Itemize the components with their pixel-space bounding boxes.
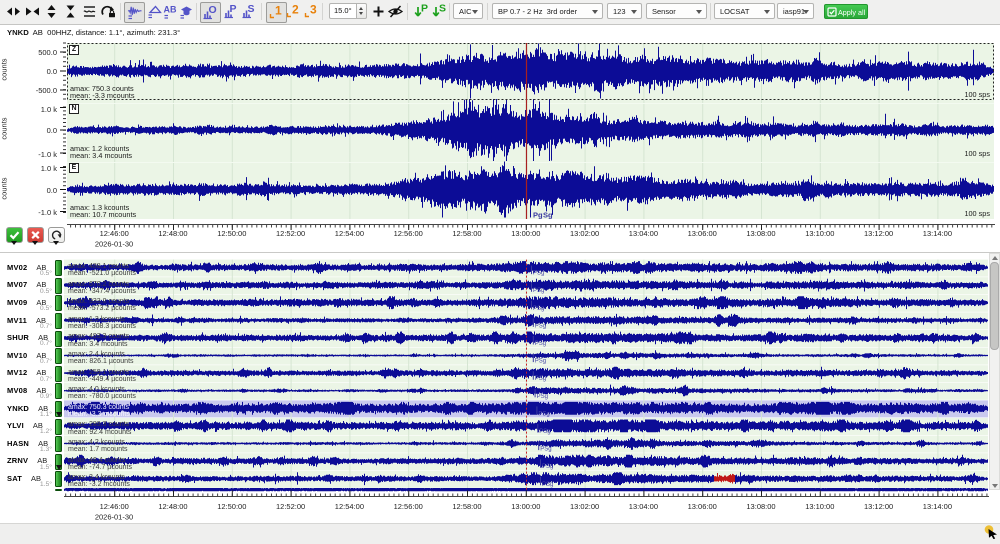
svg-text:13:06:00: 13:06:00	[688, 229, 717, 238]
svg-text:12:56:00: 12:56:00	[394, 229, 423, 238]
svg-text:12:50:00: 12:50:00	[217, 229, 246, 238]
svg-text:PSg: PSg	[535, 359, 546, 365]
svg-text:PSg: PSg	[533, 306, 544, 312]
svg-text:12:52:00: 12:52:00	[276, 502, 305, 511]
svg-text:13:02:00: 13:02:00	[570, 502, 599, 511]
svg-text:13:00:00: 13:00:00	[511, 229, 540, 238]
svg-text:PSg: PSg	[542, 482, 553, 488]
svg-text:PSg: PSg	[535, 323, 546, 329]
svg-text:12:46:00: 12:46:00	[100, 229, 129, 238]
svg-text:13:10:00: 13:10:00	[805, 229, 834, 238]
svg-text:PSg: PSg	[542, 464, 553, 470]
svg-text:13:10:00: 13:10:00	[805, 502, 834, 511]
svg-text:13:14:00: 13:14:00	[923, 229, 952, 238]
svg-text:PSg: PSg	[540, 447, 551, 453]
svg-text:12:54:00: 12:54:00	[335, 229, 364, 238]
svg-text:PSg: PSg	[535, 376, 546, 382]
svg-text:PSg: PSg	[538, 411, 549, 417]
svg-text:13:14:00: 13:14:00	[923, 502, 952, 511]
svg-text:PSg: PSg	[537, 394, 548, 400]
svg-text:13:12:00: 13:12:00	[864, 229, 893, 238]
svg-text:13:02:00: 13:02:00	[570, 229, 599, 238]
svg-text:12:54:00: 12:54:00	[335, 502, 364, 511]
svg-text:12:58:00: 12:58:00	[452, 502, 481, 511]
svg-text:Sg: Sg	[543, 211, 553, 220]
svg-text:2026-01-30: 2026-01-30	[95, 513, 133, 522]
svg-text:12:46:00: 12:46:00	[100, 502, 129, 511]
svg-text:13:06:00: 13:06:00	[688, 502, 717, 511]
svg-text:PSg: PSg	[539, 429, 550, 435]
svg-text:13:00:00: 13:00:00	[511, 502, 540, 511]
svg-text:12:56:00: 12:56:00	[394, 502, 423, 511]
svg-text:13:04:00: 13:04:00	[629, 502, 658, 511]
svg-text:12:48:00: 12:48:00	[158, 502, 187, 511]
svg-text:12:50:00: 12:50:00	[217, 502, 246, 511]
svg-text:12:48:00: 12:48:00	[158, 229, 187, 238]
svg-text:PSg: PSg	[533, 288, 544, 294]
svg-text:12:52:00: 12:52:00	[276, 229, 305, 238]
svg-text:PSg: PSg	[535, 341, 546, 347]
svg-text:Pg: Pg	[533, 211, 543, 220]
svg-text:13:08:00: 13:08:00	[746, 502, 775, 511]
svg-text:PSg: PSg	[533, 271, 544, 277]
svg-text:13:04:00: 13:04:00	[629, 229, 658, 238]
svg-text:13:08:00: 13:08:00	[746, 229, 775, 238]
svg-text:2026-01-30: 2026-01-30	[95, 240, 133, 249]
svg-text:13:12:00: 13:12:00	[864, 502, 893, 511]
svg-text:12:58:00: 12:58:00	[452, 229, 481, 238]
